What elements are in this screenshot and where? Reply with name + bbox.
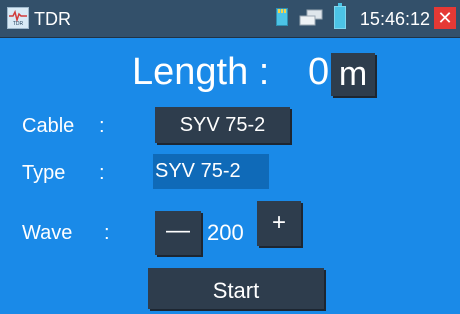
- close-button[interactable]: ✕: [434, 7, 456, 29]
- length-label: Length :: [132, 51, 280, 93]
- type-field[interactable]: SYV 75-2: [153, 154, 269, 189]
- cable-select[interactable]: SYV 75-2: [155, 107, 290, 143]
- wave-increment-button[interactable]: +: [257, 201, 301, 246]
- clock: 15:46:12: [359, 9, 430, 29]
- wave-colon: :: [104, 222, 110, 244]
- start-button[interactable]: Start: [148, 268, 324, 309]
- tdr-app-icon: TDR: [7, 7, 29, 29]
- app-icon-text: TDR: [12, 21, 24, 27]
- unit-button[interactable]: m: [331, 53, 375, 96]
- plus-icon: +: [271, 209, 286, 236]
- minus-icon: —: [166, 217, 190, 244]
- wave-label: Wave: [22, 222, 73, 244]
- type-colon: :: [99, 162, 105, 184]
- length-readout: Length : 0 m: [0, 49, 460, 97]
- length-value: 0: [308, 51, 330, 93]
- wave-value: 200: [207, 220, 244, 245]
- cable-colon: :: [99, 115, 105, 137]
- type-label: Type: [22, 162, 66, 184]
- cable-label: Cable: [22, 115, 75, 137]
- sd-card-icon: [276, 8, 288, 26]
- network-icon: [298, 9, 324, 27]
- app-title: TDR: [34, 9, 71, 29]
- close-icon: ✕: [437, 8, 453, 28]
- title-bar: TDR TDR 15:46:12 ✕: [0, 0, 460, 38]
- battery-icon: [334, 3, 346, 29]
- wave-decrement-button[interactable]: —: [155, 211, 201, 255]
